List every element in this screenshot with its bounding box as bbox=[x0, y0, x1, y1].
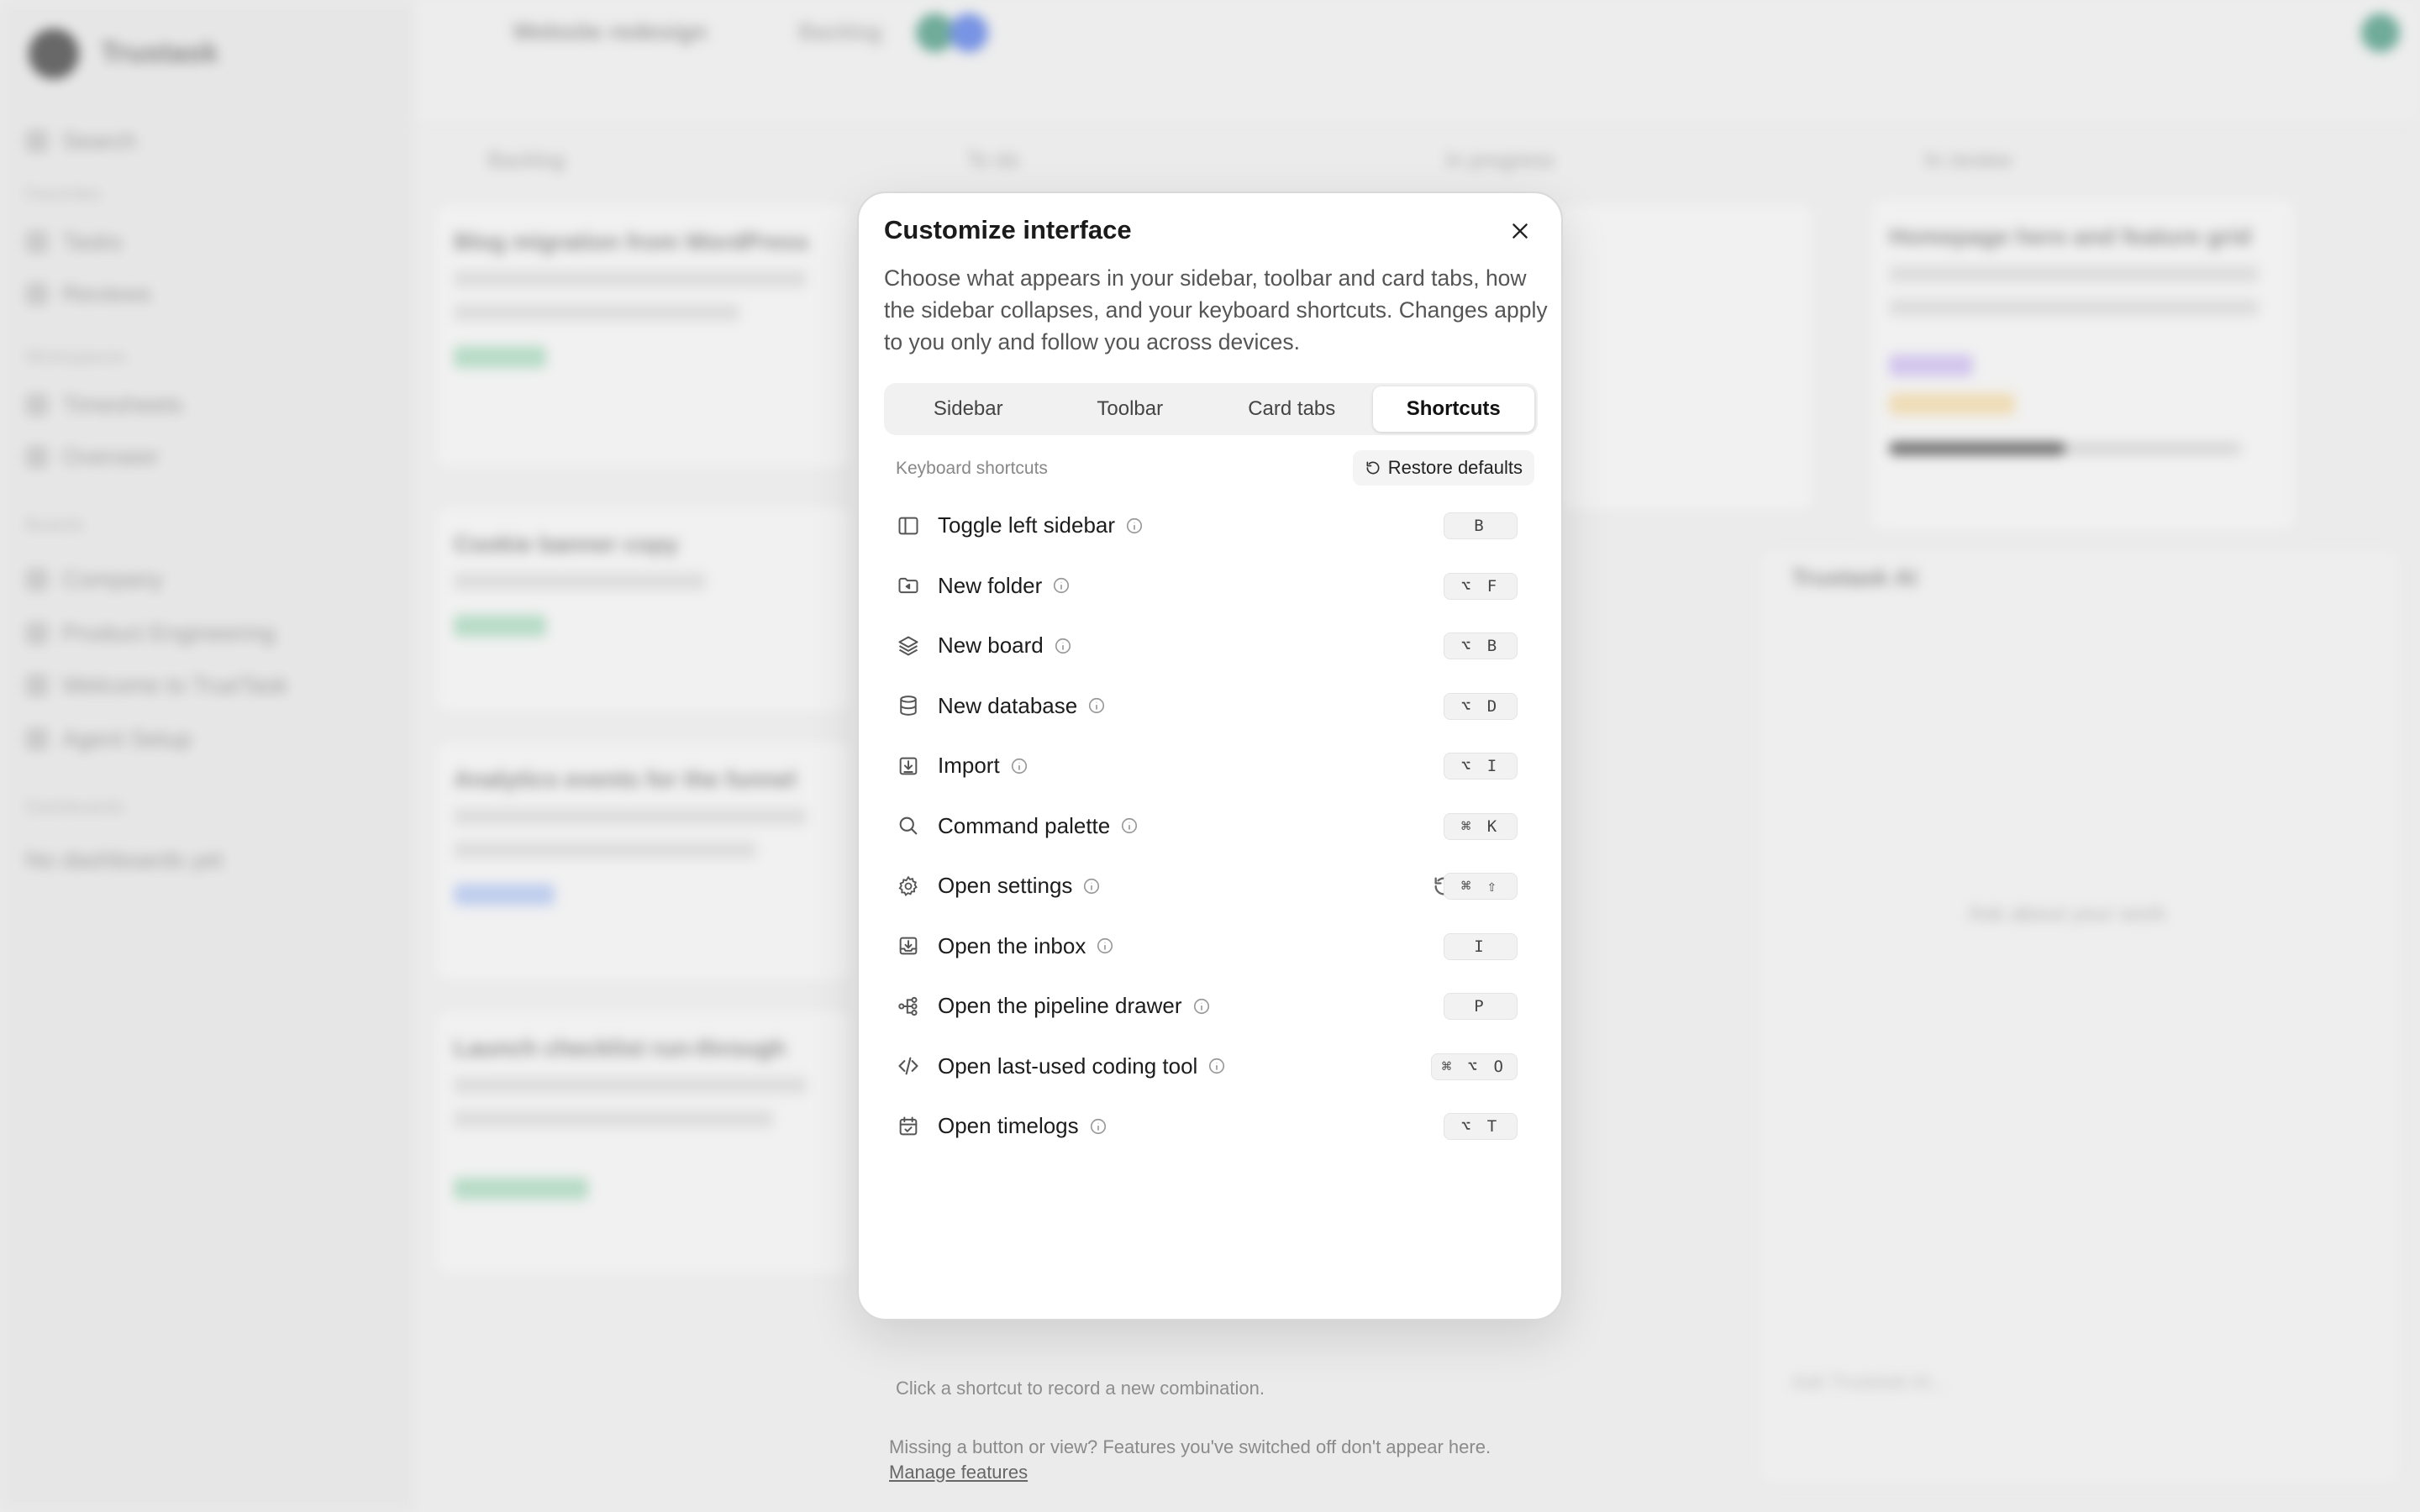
customize-interface-dialog: Customize interface Choose what appears … bbox=[857, 192, 1563, 1483]
info-icon[interactable] bbox=[1207, 1057, 1226, 1075]
shortcut-keys[interactable]: ⌘ ⌥ O bbox=[1430, 1053, 1518, 1080]
info-icon[interactable] bbox=[1089, 1117, 1107, 1136]
tab-toolbar[interactable]: Toolbar bbox=[1050, 386, 1212, 432]
shortcut-label: Open the pipeline drawer bbox=[938, 993, 1182, 1019]
calendar-check-icon bbox=[896, 1114, 921, 1139]
shortcut-row-new-database[interactable]: New database ⌥ D bbox=[881, 676, 1544, 737]
gear-icon bbox=[896, 874, 921, 899]
shortcut-row-new-board[interactable]: New board ⌥ B bbox=[881, 616, 1544, 676]
close-icon bbox=[1512, 223, 1528, 239]
section-label: Keyboard shortcuts bbox=[896, 459, 1048, 478]
info-icon[interactable] bbox=[1096, 937, 1114, 955]
shortcut-label: Toggle left sidebar bbox=[938, 512, 1116, 538]
shortcut-row-import[interactable]: Import ⌥ I bbox=[881, 736, 1544, 796]
shortcut-label: New board bbox=[938, 633, 1044, 659]
shortcut-keys[interactable]: B bbox=[1444, 512, 1518, 539]
shortcut-label: Open last-used coding tool bbox=[938, 1053, 1198, 1079]
database-icon bbox=[896, 693, 921, 718]
shortcut-row-open-pipeline-drawer[interactable]: Open the pipeline drawer P bbox=[881, 976, 1544, 1037]
shortcut-keys[interactable]: ⌥ T bbox=[1444, 1113, 1518, 1140]
shortcut-keys[interactable]: ⌘ ⇧ bbox=[1444, 873, 1518, 900]
restore-defaults-button[interactable]: Restore defaults bbox=[1352, 450, 1534, 486]
info-icon[interactable] bbox=[1052, 576, 1071, 595]
info-icon[interactable] bbox=[1010, 757, 1028, 775]
manage-features-link[interactable]: Manage features bbox=[889, 1462, 1028, 1483]
shortcut-label: New database bbox=[938, 692, 1078, 718]
info-icon[interactable] bbox=[1125, 517, 1144, 535]
shortcut-row-command-palette[interactable]: Command palette ⌘ K bbox=[881, 796, 1544, 857]
shortcut-label: Import bbox=[938, 753, 1000, 779]
tab-card-tabs[interactable]: Card tabs bbox=[1211, 386, 1373, 432]
info-icon[interactable] bbox=[1192, 997, 1211, 1016]
search-icon bbox=[896, 813, 921, 838]
info-icon[interactable] bbox=[1087, 696, 1106, 715]
tab-shortcuts[interactable]: Shortcuts bbox=[1372, 386, 1534, 432]
import-icon bbox=[896, 753, 921, 779]
shortcut-keys[interactable]: ⌘ K bbox=[1444, 812, 1518, 840]
shortcut-row-open-timelogs[interactable]: Open timelogs ⌥ T bbox=[881, 1096, 1544, 1157]
sidebar-icon bbox=[896, 513, 921, 538]
tab-bar: Sidebar Toolbar Card tabs Shortcuts bbox=[884, 383, 1538, 435]
shortcut-label: New folder bbox=[938, 572, 1043, 598]
dialog-footer: Missing a button or view? Features you'v… bbox=[889, 1435, 1544, 1485]
reset-icon bbox=[1366, 461, 1380, 475]
shortcut-row-open-settings[interactable]: Open settings ⌘ ⇧ bbox=[881, 856, 1544, 916]
pipeline-icon bbox=[896, 994, 921, 1019]
code-icon bbox=[896, 1053, 921, 1079]
shortcut-list: Toggle left sidebar B New folder ⌥ F New… bbox=[881, 496, 1544, 1157]
record-hint: Click a shortcut to record a new combina… bbox=[896, 1378, 1265, 1399]
restore-defaults-label: Restore defaults bbox=[1387, 457, 1523, 478]
shortcut-keys[interactable]: ⌥ I bbox=[1444, 753, 1518, 780]
shortcut-row-open-inbox[interactable]: Open the inbox I bbox=[881, 916, 1544, 977]
shortcut-row-open-coding-tool[interactable]: Open last-used coding tool ⌘ ⌥ O bbox=[881, 1037, 1544, 1097]
close-button[interactable] bbox=[1501, 212, 1539, 250]
folder-plus-icon bbox=[896, 573, 921, 598]
dialog-title: Customize interface bbox=[884, 215, 1132, 244]
shortcut-label: Open settings bbox=[938, 873, 1073, 899]
info-icon[interactable] bbox=[1120, 816, 1139, 835]
shortcut-keys[interactable]: P bbox=[1444, 993, 1518, 1020]
inbox-icon bbox=[896, 933, 921, 958]
shortcut-label: Command palette bbox=[938, 812, 1111, 838]
shortcut-keys[interactable]: ⌥ F bbox=[1444, 572, 1518, 600]
info-icon[interactable] bbox=[1082, 877, 1101, 895]
shortcut-keys[interactable]: ⌥ B bbox=[1444, 633, 1518, 659]
shortcut-label: Open timelogs bbox=[938, 1113, 1079, 1139]
shortcut-label: Open the inbox bbox=[938, 932, 1086, 958]
shortcut-keys[interactable]: ⌥ D bbox=[1444, 692, 1518, 720]
tab-sidebar[interactable]: Sidebar bbox=[887, 386, 1050, 432]
shortcut-row-toggle-left-sidebar[interactable]: Toggle left sidebar B bbox=[881, 496, 1544, 556]
dialog-description: Choose what appears in your sidebar, too… bbox=[884, 265, 1548, 354]
footer-text: Missing a button or view? Features you'v… bbox=[889, 1436, 1491, 1457]
info-icon[interactable] bbox=[1054, 637, 1072, 655]
shortcut-keys[interactable]: I bbox=[1444, 932, 1518, 960]
shortcut-row-new-folder[interactable]: New folder ⌥ F bbox=[881, 556, 1544, 617]
layers-icon bbox=[896, 633, 921, 659]
